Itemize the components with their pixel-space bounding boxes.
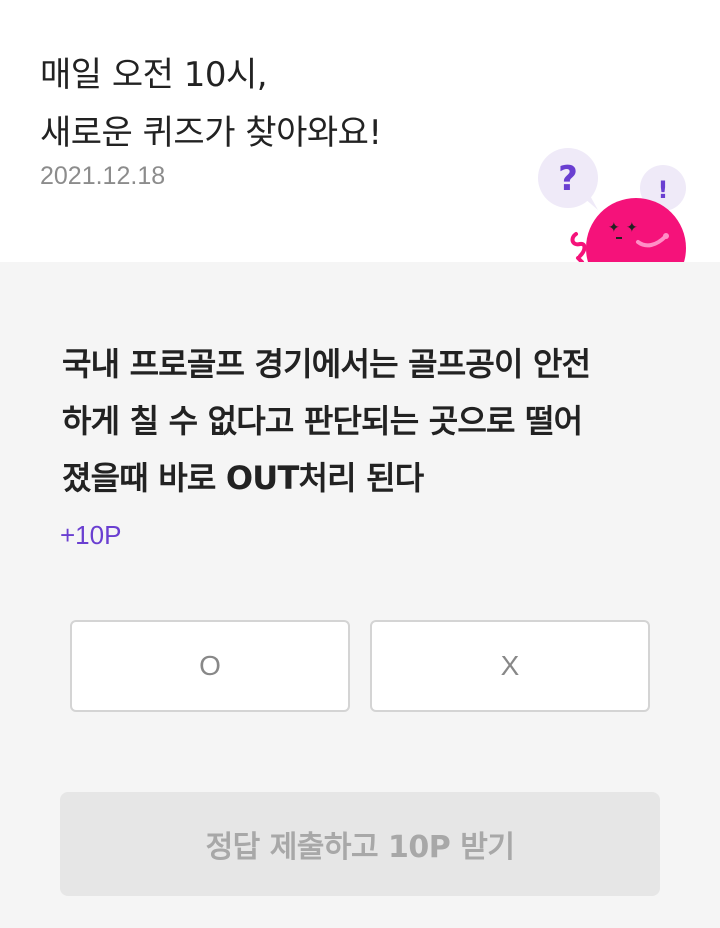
page-title: 매일 오전 10시, 새로운 퀴즈가 찾아와요! — [40, 46, 382, 162]
quiz-header: 매일 오전 10시, 새로운 퀴즈가 찾아와요! 2021.12.18 ? ! — [0, 0, 720, 262]
question-line-1: 국내 프로골프 경기에서는 골프공이 안전 — [62, 345, 591, 383]
answer-x-button[interactable]: X — [370, 620, 650, 712]
submit-answer-button[interactable]: 정답 제출하고 10P 받기 — [60, 792, 660, 896]
mascot-illustration: ? ! ✦ ✦ — [530, 140, 700, 262]
quiz-question: 국내 프로골프 경기에서는 골프공이 안전 하게 칠 수 없다고 판단되는 곳으… — [62, 336, 662, 507]
answer-x-label: X — [500, 650, 520, 681]
answer-o-button[interactable]: O — [70, 620, 350, 712]
title-line-2: 새로운 퀴즈가 찾아와요! — [40, 113, 382, 153]
submit-answer-label: 정답 제출하고 10P 받기 — [205, 830, 515, 865]
quiz-date: 2021.12.18 — [40, 162, 166, 190]
answer-o-label: O — [199, 650, 221, 681]
title-line-1: 매일 오전 10시, — [40, 55, 268, 95]
svg-text:✦: ✦ — [626, 220, 638, 236]
question-line-2: 하게 칠 수 없다고 판단되는 곳으로 떨어 — [62, 402, 583, 440]
svg-text:✦: ✦ — [608, 220, 620, 236]
mascot-icon: ? ! ✦ ✦ — [538, 148, 686, 262]
exclamation-mark: ! — [658, 176, 669, 204]
question-bubble-icon: ? — [538, 148, 598, 210]
points-reward: +10P — [60, 520, 122, 550]
question-line-3: 졌을때 바로 OUT처리 된다 — [62, 459, 424, 497]
question-mark: ? — [558, 159, 578, 199]
